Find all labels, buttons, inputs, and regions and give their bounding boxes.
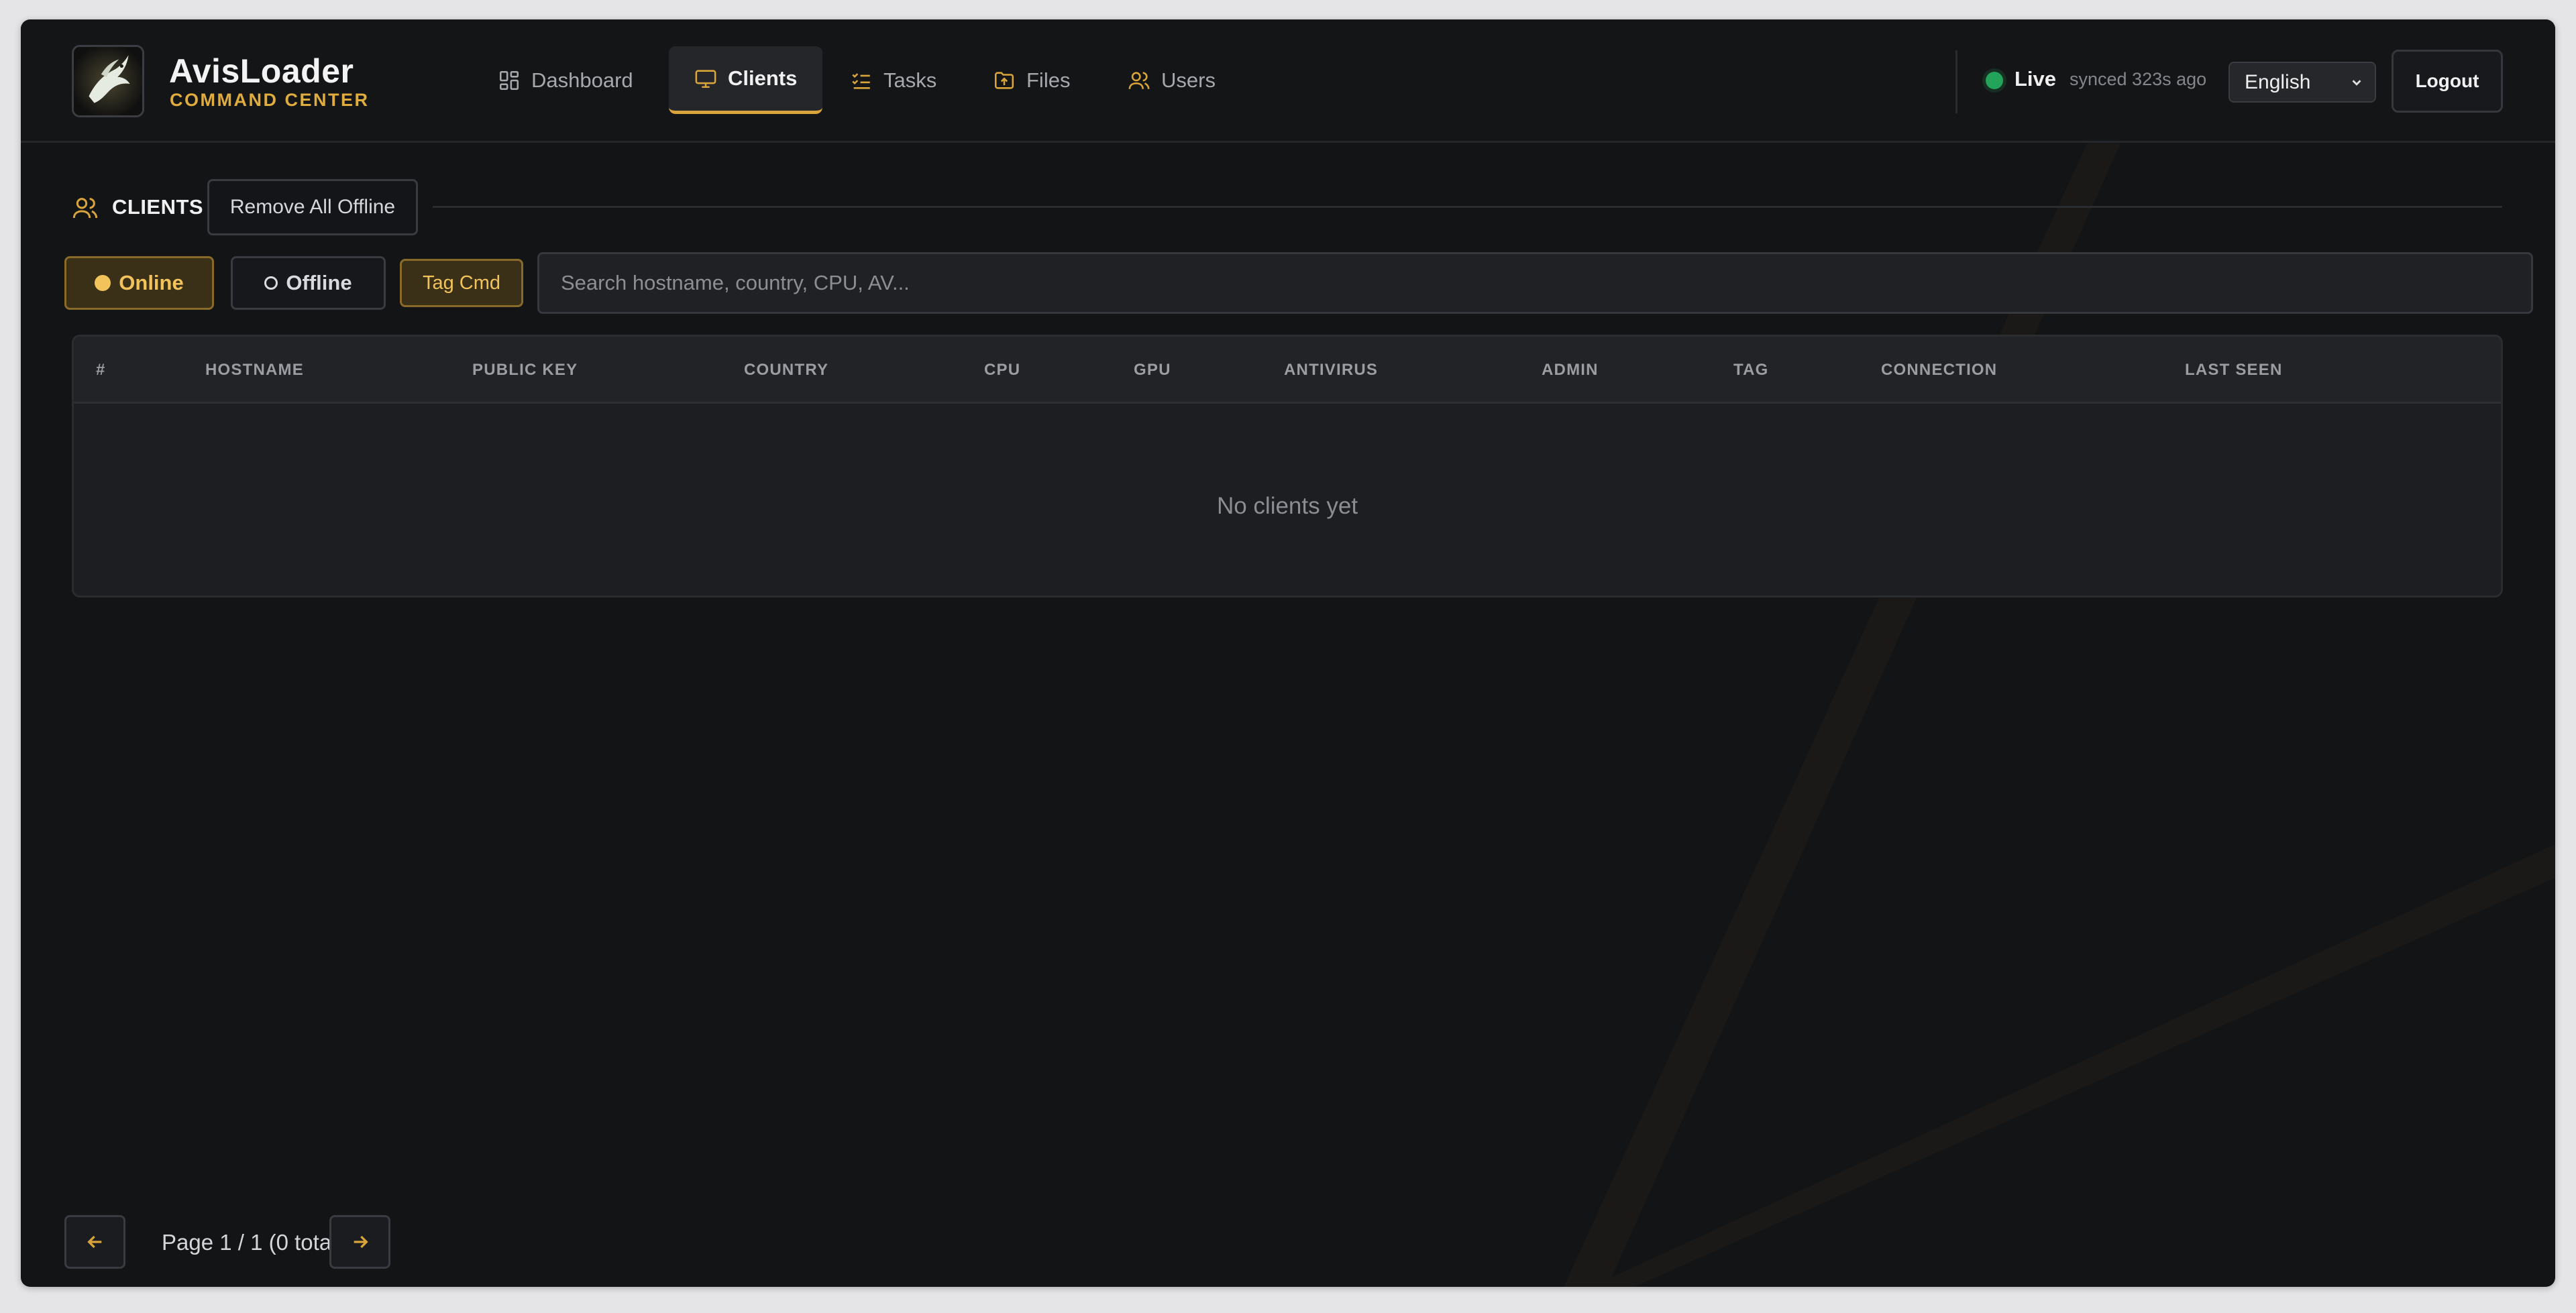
nav-files-label: Files <box>1026 68 1071 92</box>
checklist-icon <box>852 72 870 89</box>
section-divider <box>433 206 2502 208</box>
nav-users-label: Users <box>1161 68 1216 92</box>
table-header-row: # HOSTNAME PUBLIC KEY COUNTRY CPU GPU AN… <box>74 337 2501 404</box>
column-header-admin[interactable]: ADMIN <box>1542 361 1599 380</box>
bird-logo-icon <box>74 47 142 115</box>
arrow-left-icon <box>87 1235 101 1249</box>
column-header-tag[interactable]: TAG <box>1733 361 1768 380</box>
top-header: AvisLoader COMMAND CENTER Dashboard Clie… <box>21 19 2555 143</box>
sync-timestamp: synced 323s ago <box>2070 69 2207 89</box>
next-page-button[interactable] <box>329 1215 390 1269</box>
nav-users[interactable]: Users <box>1102 46 1241 114</box>
section-title: CLIENTS <box>112 195 204 219</box>
grid-icon <box>499 70 519 90</box>
live-status-dot <box>1986 72 2003 89</box>
users-icon <box>1128 71 1150 89</box>
nav-tasks[interactable]: Tasks <box>824 46 962 114</box>
column-header-public-key[interactable]: PUBLIC KEY <box>472 361 578 380</box>
nav-tasks-label: Tasks <box>883 68 937 92</box>
brand-name: AvisLoader <box>169 52 354 90</box>
online-dot-icon <box>95 275 111 291</box>
filter-online-button[interactable]: Online <box>64 256 214 310</box>
live-status-label: Live <box>2015 67 2057 91</box>
nav-clients[interactable]: Clients <box>669 46 823 114</box>
brand-subtitle: COMMAND CENTER <box>170 90 370 110</box>
column-header-antivirus[interactable]: ANTIVIRUS <box>1284 361 1378 380</box>
header-divider <box>1955 50 1957 113</box>
filter-offline-button[interactable]: Offline <box>231 256 386 310</box>
column-header-country[interactable]: COUNTRY <box>744 361 828 380</box>
nav-clients-label: Clients <box>728 66 798 90</box>
column-header-gpu[interactable]: GPU <box>1134 361 1171 380</box>
logout-button[interactable]: Logout <box>2392 50 2503 113</box>
column-header-index[interactable]: # <box>96 361 106 380</box>
monitor-icon <box>695 70 716 89</box>
brand-logo[interactable] <box>72 45 144 117</box>
empty-table-message: No clients yet <box>1216 493 1358 519</box>
column-header-cpu[interactable]: CPU <box>984 361 1020 380</box>
column-header-hostname[interactable]: HOSTNAME <box>205 361 304 380</box>
column-header-connection[interactable]: CONNECTION <box>1881 361 1997 380</box>
offline-ring-icon <box>264 276 278 290</box>
language-select[interactable]: English <box>2229 62 2376 103</box>
search-input[interactable] <box>537 252 2533 314</box>
filter-online-label: Online <box>119 271 184 294</box>
arrow-right-icon <box>354 1235 368 1249</box>
app-window: AvisLoader COMMAND CENTER Dashboard Clie… <box>21 19 2555 1287</box>
tag-cmd-button[interactable]: Tag Cmd <box>400 259 523 307</box>
language-selected-value: English <box>2245 70 2311 93</box>
clients-users-icon <box>72 198 98 219</box>
nav-dashboard-label: Dashboard <box>531 68 633 92</box>
remove-all-offline-button[interactable]: Remove All Offline <box>207 179 418 235</box>
nav-files[interactable]: Files <box>967 46 1095 114</box>
nav-dashboard[interactable]: Dashboard <box>472 46 659 114</box>
column-header-last-seen[interactable]: LAST SEEN <box>2185 361 2282 380</box>
chevron-down-icon <box>2352 80 2361 86</box>
pagination-status: Page 1 / 1 (0 total) <box>162 1230 344 1255</box>
folder-upload-icon <box>994 71 1014 89</box>
previous-page-button[interactable] <box>64 1215 125 1269</box>
clients-table: # HOSTNAME PUBLIC KEY COUNTRY CPU GPU AN… <box>72 335 2503 597</box>
filter-offline-label: Offline <box>286 271 352 294</box>
